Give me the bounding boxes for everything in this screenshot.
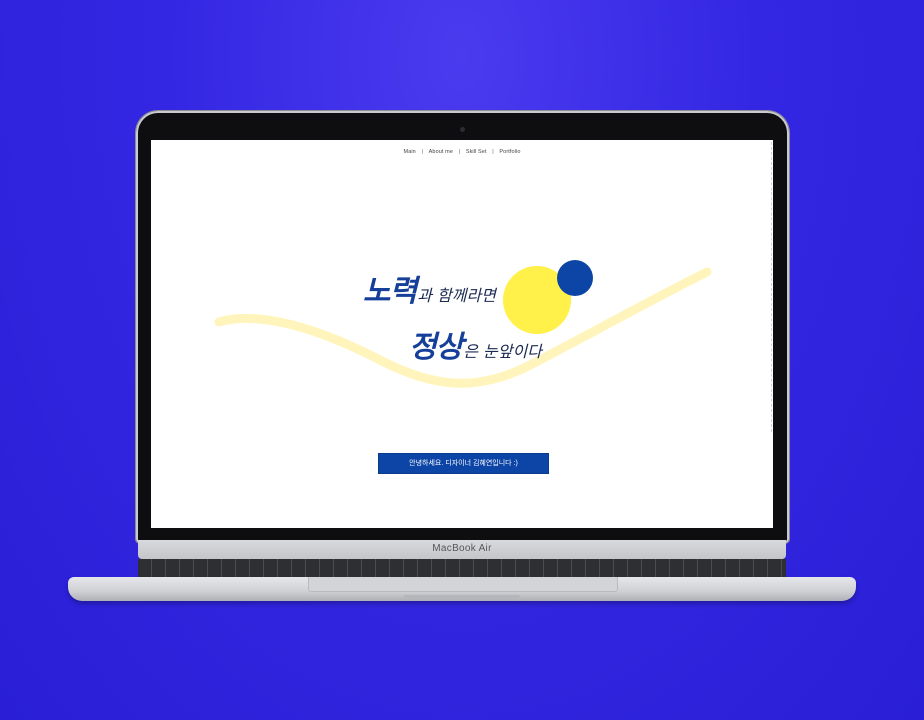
intro-button[interactable]: 안녕하세요. 디자이너 김혜연입니다 :) — [378, 453, 549, 474]
laptop-brand-label: MacBook Air — [432, 543, 492, 554]
hero-line-1-rest: 과 함께라면 — [417, 286, 496, 305]
palm-rest — [68, 577, 856, 601]
hinge: MacBook Air — [138, 540, 786, 559]
hero-line-1: 노력과 함께라면 — [363, 266, 496, 310]
keyboard — [138, 559, 786, 577]
laptop-base: MacBook Air — [68, 540, 856, 606]
camera-icon — [460, 127, 465, 132]
hero-line-2: 정상은 눈앞이다 — [409, 322, 542, 366]
scrollbar[interactable] — [770, 140, 773, 528]
hero-line-2-rest: 은 눈앞이다 — [463, 342, 542, 361]
scroll-thumb[interactable] — [770, 142, 772, 432]
blue-circle — [557, 260, 593, 296]
hero-line-1-emphasis: 노력 — [363, 274, 417, 309]
laptop-lid: Main | About me | Skill Set | Portfolio … — [136, 111, 789, 543]
hero-line-2-emphasis: 정상 — [409, 330, 463, 365]
screen: Main | About me | Skill Set | Portfolio … — [151, 140, 773, 528]
lid-notch — [404, 595, 520, 599]
trackpad — [308, 577, 618, 592]
